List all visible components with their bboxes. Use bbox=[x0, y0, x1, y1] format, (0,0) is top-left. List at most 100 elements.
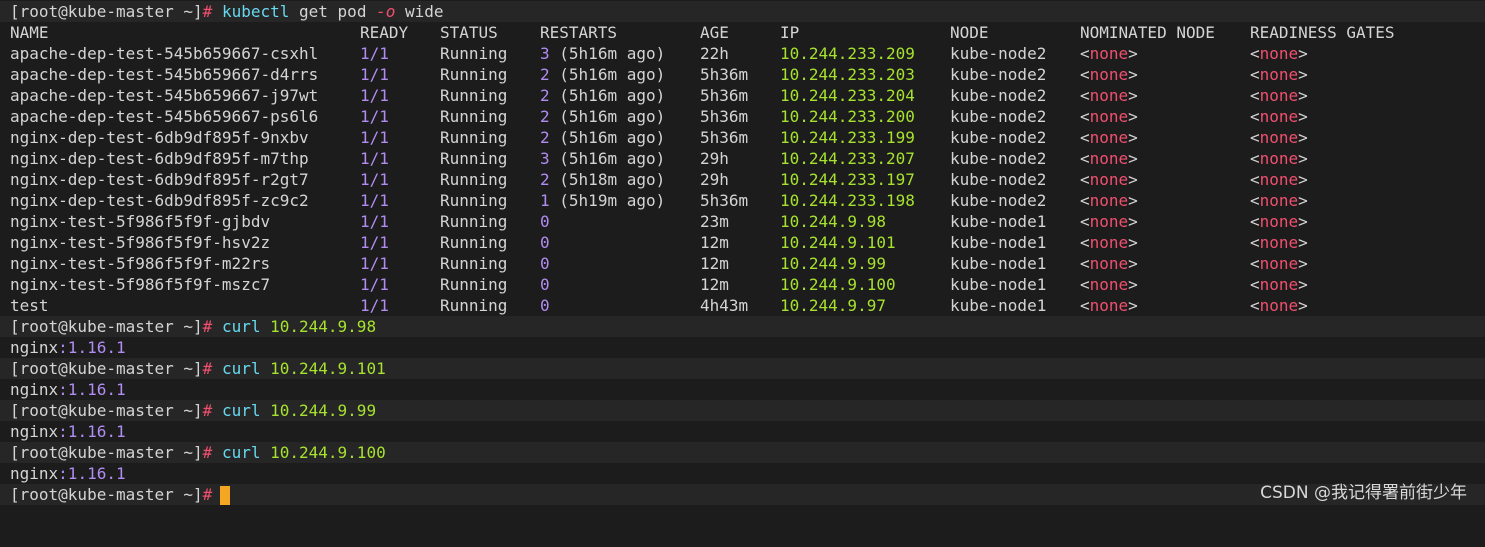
pod-age: 5h36m bbox=[700, 107, 749, 126]
prompt-user-host: [root@kube-master ~] bbox=[10, 317, 203, 336]
pod-ready: 1/1 bbox=[360, 86, 389, 105]
pod-ready: 1/1 bbox=[360, 233, 389, 252]
pod-name: nginx-test-5f986f5f9f-m22rs bbox=[10, 254, 271, 273]
prompt-symbol: # bbox=[202, 401, 213, 420]
pod-readiness-value: none bbox=[1259, 107, 1299, 126]
command-name: curl bbox=[221, 359, 261, 378]
pod-restart-ago: (5h18m ago) bbox=[559, 170, 666, 189]
terminal-output[interactable]: [root@kube-master ~]# kubectl get pod -o… bbox=[0, 1, 1485, 505]
pod-restart-ago: (5h16m ago) bbox=[559, 65, 666, 84]
pod-restart-count: 2 bbox=[540, 128, 550, 147]
pod-node: kube-node1 bbox=[950, 296, 1047, 315]
pod-name: nginx-dep-test-6db9df895f-m7thp bbox=[10, 149, 309, 168]
pod-nominated-node: <none> bbox=[1080, 275, 1138, 294]
pod-nominated-node: <none> bbox=[1080, 128, 1138, 147]
response-content: nginx:1.16.1 bbox=[10, 421, 126, 442]
pod-node: kube-node1 bbox=[950, 212, 1047, 231]
pod-age: 12m bbox=[700, 254, 729, 273]
pod-ip: 10.244.233.203 bbox=[780, 65, 915, 84]
pod-nominated-node: <none> bbox=[1080, 170, 1138, 189]
command-flag: -o bbox=[376, 2, 396, 21]
prompt-user-host: [root@kube-master ~] bbox=[10, 485, 203, 504]
table-row: nginx-test-5f986f5f9f-m22rs 1/1 Running 0 12… bbox=[0, 253, 1485, 274]
pod-status: Running bbox=[440, 86, 508, 105]
pod-restarts: 2 (5h16m ago) bbox=[540, 64, 665, 85]
pod-name: test bbox=[10, 296, 49, 315]
header-readiness-gates: READINESS GATES bbox=[1250, 23, 1395, 42]
table-row: nginx-test-5f986f5f9f-hsv2z 1/1 Running 0 12… bbox=[0, 232, 1485, 253]
pod-name: apache-dep-test-545b659667-ps6l6 bbox=[10, 107, 319, 126]
header-node: NODE bbox=[950, 23, 989, 42]
pod-ready: 1/1 bbox=[360, 212, 389, 231]
pod-age: 5h36m bbox=[700, 86, 749, 105]
pod-ip: 10.244.233.207 bbox=[780, 149, 915, 168]
pod-table-body: apache-dep-test-545b659667-csxhl 1/1 Runni… bbox=[0, 43, 1485, 316]
response-version: :1.16.1 bbox=[58, 338, 126, 357]
pod-status: Running bbox=[440, 275, 508, 294]
pod-nominated-value: none bbox=[1089, 275, 1129, 294]
prompt-user-host: [root@kube-master ~] bbox=[10, 359, 203, 378]
header-status: STATUS bbox=[440, 23, 498, 42]
pod-name: apache-dep-test-545b659667-j97wt bbox=[10, 86, 319, 105]
pod-restart-count: 0 bbox=[540, 233, 550, 252]
response-server: nginx bbox=[10, 464, 59, 483]
pod-readiness-gates: <none> bbox=[1250, 128, 1308, 147]
response-content: nginx:1.16.1 bbox=[10, 463, 126, 484]
pod-restart-ago: (5h19m ago) bbox=[559, 191, 666, 210]
prompt-content: [root@kube-master ~]# curl 10.244.9.101 bbox=[10, 358, 386, 379]
pod-restarts: 2 (5h16m ago) bbox=[540, 106, 665, 127]
pod-status: Running bbox=[440, 296, 508, 315]
header-restarts: RESTARTS bbox=[540, 23, 618, 42]
pod-ready: 1/1 bbox=[360, 65, 389, 84]
text-cursor[interactable] bbox=[220, 486, 231, 505]
prompt-user-host: [root@kube-master ~] bbox=[10, 401, 203, 420]
pod-age: 5h36m bbox=[700, 128, 749, 147]
pod-node: kube-node2 bbox=[950, 191, 1047, 210]
pod-name: nginx-test-5f986f5f9f-hsv2z bbox=[10, 233, 271, 252]
pod-name: nginx-dep-test-6db9df895f-zc9c2 bbox=[10, 191, 309, 210]
pod-ip: 10.244.9.99 bbox=[780, 254, 886, 273]
prompt-content: [root@kube-master ~]# curl 10.244.9.99 bbox=[10, 400, 376, 421]
pod-node: kube-node2 bbox=[950, 128, 1047, 147]
prompt-symbol: # bbox=[202, 359, 213, 378]
pod-restarts: 2 (5h16m ago) bbox=[540, 127, 665, 148]
prompt-line-curl: [root@kube-master ~]# curl 10.244.9.99 bbox=[0, 400, 1485, 421]
pod-restart-count: 2 bbox=[540, 107, 550, 126]
pod-status: Running bbox=[440, 212, 508, 231]
pod-status: Running bbox=[440, 191, 508, 210]
pod-restart-count: 0 bbox=[540, 275, 550, 294]
response-server: nginx bbox=[10, 380, 59, 399]
pod-restarts: 3 (5h16m ago) bbox=[540, 43, 665, 64]
pod-node: kube-node1 bbox=[950, 275, 1047, 294]
pod-nominated-node: <none> bbox=[1080, 233, 1138, 252]
pod-restarts: 3 (5h16m ago) bbox=[540, 148, 665, 169]
pod-readiness-gates: <none> bbox=[1250, 296, 1308, 315]
pod-readiness-gates: <none> bbox=[1250, 191, 1308, 210]
prompt-line-curl: [root@kube-master ~]# curl 10.244.9.100 bbox=[0, 442, 1485, 463]
pod-nominated-value: none bbox=[1089, 191, 1129, 210]
pod-nominated-value: none bbox=[1089, 254, 1129, 273]
header-ip: IP bbox=[780, 23, 800, 42]
pod-readiness-value: none bbox=[1259, 44, 1299, 63]
pod-name: apache-dep-test-545b659667-d4rrs bbox=[10, 65, 319, 84]
pod-restart-count: 0 bbox=[540, 212, 550, 231]
table-row: nginx-dep-test-6db9df895f-m7thp 1/1 Runnin… bbox=[0, 148, 1485, 169]
pod-name: nginx-dep-test-6db9df895f-r2gt7 bbox=[10, 170, 309, 189]
pod-readiness-gates: <none> bbox=[1250, 107, 1308, 126]
pod-nominated-value: none bbox=[1089, 296, 1129, 315]
pod-age: 23m bbox=[700, 212, 729, 231]
pod-nominated-value: none bbox=[1089, 128, 1129, 147]
command-args-after: wide bbox=[405, 2, 444, 21]
command-name: kubectl bbox=[221, 2, 290, 21]
header-nominated-node: NOMINATED NODE bbox=[1080, 23, 1215, 42]
pod-node: kube-node2 bbox=[950, 86, 1047, 105]
response-server: nginx bbox=[10, 338, 59, 357]
pod-readiness-value: none bbox=[1259, 128, 1299, 147]
pod-readiness-gates: <none> bbox=[1250, 233, 1308, 252]
pod-ip: 10.244.233.200 bbox=[780, 107, 915, 126]
pod-nominated-value: none bbox=[1089, 170, 1129, 189]
pod-status: Running bbox=[440, 233, 508, 252]
command-args: get pod bbox=[299, 2, 367, 21]
pod-restarts: 2 (5h18m ago) bbox=[540, 169, 665, 190]
pod-nominated-node: <none> bbox=[1080, 254, 1138, 273]
